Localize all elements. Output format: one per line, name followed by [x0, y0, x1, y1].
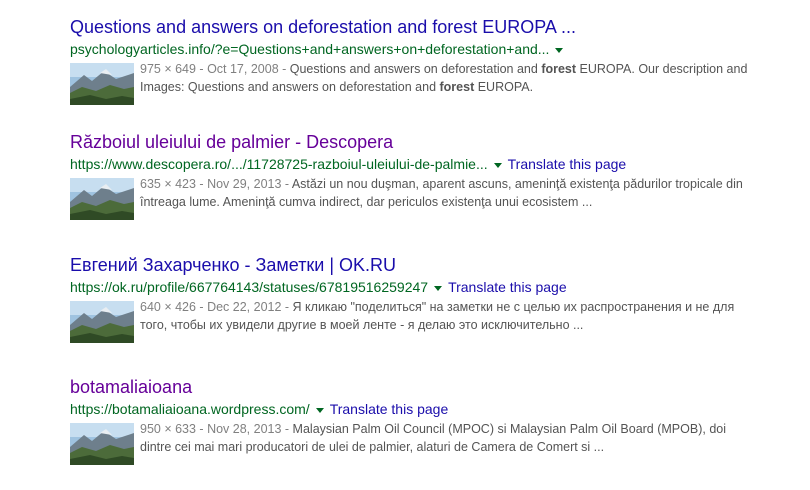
result-url[interactable]: https://ok.ru/profile/667764143/statuses… — [70, 279, 428, 295]
caret-down-icon[interactable] — [434, 285, 443, 291]
result-thumbnail[interactable] — [70, 301, 134, 343]
snippet-highlight: forest — [541, 62, 577, 76]
result-snippet: 640 × 426 - Dec 22, 2012 - Я кликаю "под… — [140, 298, 760, 334]
result-url-row: https://botamaliaioana.wordpress.com/Tra… — [70, 400, 770, 418]
translate-link[interactable]: Translate this page — [330, 401, 449, 417]
result-title-link[interactable]: Questions and answers on deforestation a… — [70, 16, 770, 38]
result-url[interactable]: https://www.descopera.ro/.../11728725-ra… — [70, 156, 488, 172]
search-result: Războiul uleiului de palmier - Descopera… — [70, 131, 770, 220]
caret-down-icon[interactable] — [315, 407, 324, 413]
caret-down-icon[interactable] — [493, 162, 502, 168]
result-url[interactable]: https://botamaliaioana.wordpress.com/ — [70, 401, 310, 417]
result-url[interactable]: psychologyarticles.info/?e=Questions+and… — [70, 41, 549, 57]
result-title-link[interactable]: botamaliaioana — [70, 376, 770, 398]
result-body: 950 × 633 - Nov 28, 2013 - Malaysian Pal… — [70, 420, 770, 465]
result-title-link[interactable]: Евгений Захарченко - Заметки | OK.RU — [70, 254, 770, 276]
landscape-thumbnail-icon — [70, 63, 134, 105]
result-url-row: https://ok.ru/profile/667764143/statuses… — [70, 278, 770, 296]
result-meta: 640 × 426 - Dec 22, 2012 - — [140, 300, 293, 314]
landscape-thumbnail-icon — [70, 178, 134, 220]
translate-link[interactable]: Translate this page — [448, 279, 567, 295]
snippet-text: Questions and answers on deforestation a… — [289, 62, 542, 76]
result-meta: 635 × 423 - Nov 29, 2013 - — [140, 177, 292, 191]
snippet-text: EUROPA. — [474, 80, 534, 94]
landscape-thumbnail-icon — [70, 301, 134, 343]
result-thumbnail[interactable] — [70, 423, 134, 465]
search-result: Questions and answers on deforestation a… — [70, 16, 770, 105]
result-body: 975 × 649 - Oct 17, 2008 - Questions and… — [70, 60, 770, 105]
snippet-highlight: forest — [439, 80, 475, 94]
result-url-row: psychologyarticles.info/?e=Questions+and… — [70, 40, 770, 58]
result-snippet: 975 × 649 - Oct 17, 2008 - Questions and… — [140, 60, 760, 96]
landscape-thumbnail-icon — [70, 423, 134, 465]
result-snippet: 635 × 423 - Nov 29, 2013 - Astăzi un nou… — [140, 175, 760, 211]
search-result: botamaliaioana https://botamaliaioana.wo… — [70, 376, 770, 465]
result-thumbnail[interactable] — [70, 178, 134, 220]
result-meta: 950 × 633 - Nov 28, 2013 - — [140, 422, 293, 436]
result-meta: 975 × 649 - Oct 17, 2008 - — [140, 62, 290, 76]
search-result: Евгений Захарченко - Заметки | OK.RU htt… — [70, 254, 770, 343]
result-body: 635 × 423 - Nov 29, 2013 - Astăzi un nou… — [70, 175, 770, 220]
translate-link[interactable]: Translate this page — [508, 156, 627, 172]
result-body: 640 × 426 - Dec 22, 2012 - Я кликаю "под… — [70, 298, 770, 343]
result-snippet: 950 × 633 - Nov 28, 2013 - Malaysian Pal… — [140, 420, 760, 456]
result-url-row: https://www.descopera.ro/.../11728725-ra… — [70, 155, 770, 173]
result-title-link[interactable]: Războiul uleiului de palmier - Descopera — [70, 131, 770, 153]
caret-down-icon[interactable] — [555, 47, 564, 53]
result-thumbnail[interactable] — [70, 63, 134, 105]
